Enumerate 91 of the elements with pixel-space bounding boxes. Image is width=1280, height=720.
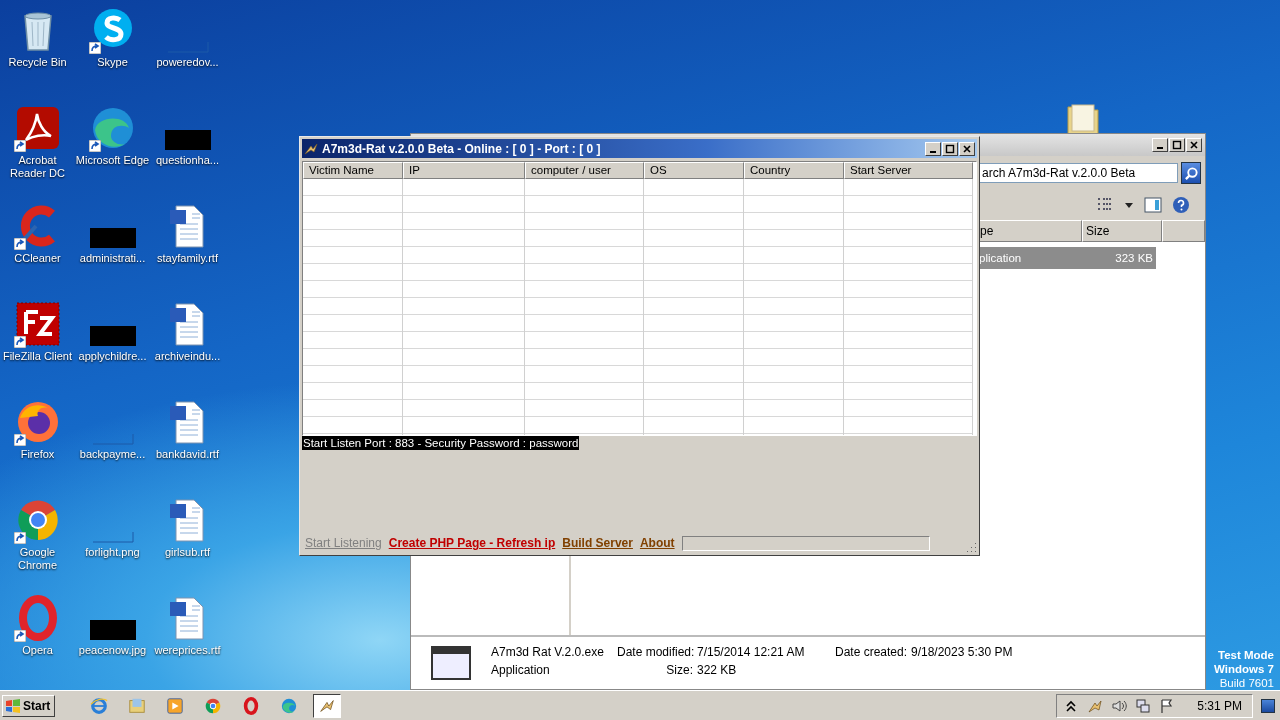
icon-label: forlight.png: [84, 546, 141, 559]
icon-label: bankdavid.rtf: [155, 448, 220, 461]
icon-label: administrati...: [78, 252, 147, 265]
browser-icon: [90, 696, 109, 715]
icon-label: archiveindu...: [153, 350, 222, 363]
search-button[interactable]: [1181, 162, 1201, 184]
field-value: 9/18/2023 5:30 PM: [911, 645, 1014, 661]
show-desktop-button[interactable]: [1261, 698, 1275, 713]
window-title: A7m3d-Rat v.2.0.0 Beta - Online : [ 0 ] - Port : [ 0 ]: [322, 141, 601, 156]
icon-label: backpayme...: [78, 448, 147, 461]
icon-label: peacenow.jpg: [77, 644, 148, 657]
column-header[interactable]: IP: [403, 162, 525, 179]
icon-label: Opera: [21, 644, 54, 657]
icon-label: Acrobat Reader DC: [9, 154, 66, 180]
test-mode-text: Test Mode: [1218, 648, 1274, 662]
icon-label: applychildre...: [77, 350, 148, 363]
folder-icon[interactable]: [1066, 103, 1100, 135]
menu-link[interactable]: Create PHP Page - Refresh ip: [388, 536, 556, 550]
icon-label: poweredov...: [155, 56, 220, 69]
speaker-icon[interactable]: [1111, 697, 1128, 714]
file-name: A7m3d Rat V.2.0.exe: [491, 645, 605, 661]
shortcut-arrow-icon: [88, 42, 101, 54]
application-window-icon: [431, 646, 471, 680]
maximize-icon: [945, 143, 955, 154]
clock: 5:31 PM: [1197, 698, 1242, 713]
icon-label: girlsub.rtf: [163, 546, 212, 559]
icon-label: stayfamily.rtf: [156, 252, 219, 265]
minimize-button[interactable]: [925, 141, 941, 156]
status-message: Start Listen Port : 883 - Security Password : password: [302, 436, 580, 450]
search-icon: [1183, 165, 1199, 181]
shortcut-arrow-icon: [13, 238, 26, 250]
table-cell: plication: [979, 252, 1022, 264]
dropdown-caret-icon[interactable]: [1124, 200, 1134, 210]
field-value: 7/15/2014 12:21 AM: [697, 645, 806, 661]
field-label: Date created:: [835, 645, 907, 661]
maximize-icon: [1172, 140, 1182, 150]
close-button[interactable]: [1186, 138, 1202, 152]
windows-flag-icon: [5, 697, 21, 714]
icon-label: Skype: [96, 56, 129, 69]
maximize-button[interactable]: [942, 141, 958, 156]
shortcut-arrow-icon: [88, 140, 101, 152]
close-button[interactable]: [959, 141, 975, 156]
minimize-icon: [1157, 147, 1163, 149]
field-value: 322 KB: [697, 663, 738, 679]
column-header[interactable]: Victim Name: [303, 162, 403, 179]
close-icon: [962, 143, 972, 154]
taskbar-button[interactable]: [313, 693, 342, 718]
bird-icon: [304, 141, 318, 156]
icon-label: questionha...: [155, 154, 220, 167]
menu-link[interactable]: Build Server: [562, 536, 633, 550]
shortcut-arrow-icon: [13, 532, 26, 544]
field-label: Date modified:: [617, 645, 693, 661]
column-header[interactable]: Start Server: [844, 162, 973, 179]
shortcut-arrow-icon: [13, 336, 26, 348]
shortcut-arrow-icon: [13, 434, 26, 446]
icon-label: FileZilla Client: [1, 350, 74, 363]
column-header[interactable]: Country: [744, 162, 844, 179]
icon-label: wereprices.rtf: [153, 644, 222, 657]
filezilla-icon[interactable]: [13, 300, 62, 348]
preview-pane-icon[interactable]: [1144, 196, 1162, 214]
chrome-icon: [204, 696, 223, 715]
icon-label: Recycle Bin: [7, 56, 68, 69]
icon-label: Firefox: [19, 448, 56, 461]
test-mode-text: Windows 7: [1214, 662, 1274, 676]
minimize-icon: [930, 150, 936, 153]
icon-label: CCleaner: [13, 252, 62, 265]
table-cell: 323 KB: [1115, 252, 1153, 264]
column-header[interactable]: Size: [1082, 220, 1162, 242]
icon-label: Microsoft Edge: [75, 154, 150, 167]
resize-grip-icon[interactable]: [965, 541, 977, 553]
media-player-icon: [166, 696, 185, 715]
icon-label: Google Chrome: [16, 546, 59, 572]
menu-link[interactable]: About: [639, 536, 675, 550]
shortcut-arrow-icon: [13, 630, 26, 642]
start-button[interactable]: Start: [2, 694, 56, 717]
maximize-button[interactable]: [1169, 138, 1185, 152]
test-mode-text: Build 7601: [1219, 676, 1274, 690]
column-header[interactable]: computer / user: [525, 162, 644, 179]
edge-icon: [280, 696, 299, 715]
file-type: Application: [491, 663, 551, 679]
close-icon: [1189, 140, 1199, 150]
opera-icon: [242, 696, 261, 715]
minimize-button[interactable]: [1152, 138, 1168, 152]
field-label: Size:: [665, 663, 693, 679]
search-field[interactable]: arch A7m3d-Rat v.2.0.0 Beta: [978, 163, 1178, 183]
column-header[interactable]: [1162, 220, 1205, 242]
network-icon[interactable]: [1135, 697, 1152, 714]
help-icon[interactable]: [1172, 196, 1190, 214]
column-header[interactable]: OS: [644, 162, 744, 179]
folder-icon: [128, 696, 147, 715]
shortcut-arrow-icon: [13, 140, 26, 152]
